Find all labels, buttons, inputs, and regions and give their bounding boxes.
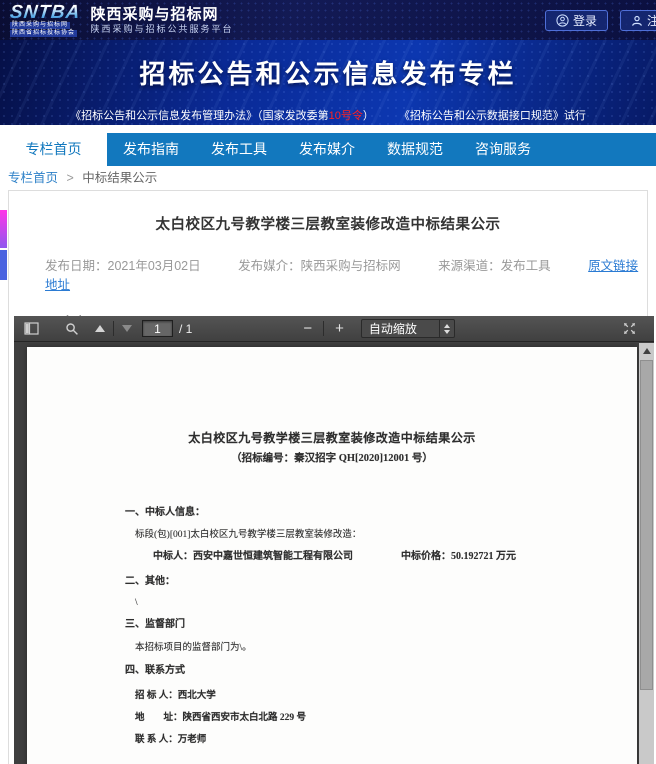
tab-publish-guide[interactable]: 发布指南 <box>107 133 195 166</box>
login-button-label: 登录 <box>573 12 597 29</box>
publish-date-value: 2021年03月02日 <box>108 259 201 273</box>
pdf-scrollbar[interactable] <box>639 343 654 764</box>
previous-page-icon[interactable] <box>91 318 109 340</box>
publish-media-label: 发布媒介： <box>238 259 301 273</box>
login-button[interactable]: 登录 <box>545 10 608 31</box>
doc-winner-line: 中标人：西安中嘉世恒建筑智能工程有限公司 中标价格：50.192721 万元 <box>27 549 637 565</box>
hero-banner: 招标公告和公示信息发布专栏 《招标公告和公示信息发布管理办法》（国家发改委第10… <box>0 40 656 125</box>
zoom-in-icon[interactable]: + <box>328 320 351 337</box>
doc-section3-body: 本招标项目的监督部门为\。 <box>27 640 637 656</box>
breadcrumb-separator: > <box>67 171 74 185</box>
scrollbar-up-icon[interactable] <box>639 343 654 358</box>
site-title-block: 陕西采购与招标网 陕西采购与招标公共服务平台 <box>90 6 233 35</box>
zoom-controls: − + 自动缩放 <box>296 319 455 338</box>
site-logo[interactable]: SNTBA 陕西采购与招标网 陕西省招标投标协会 <box>10 4 80 37</box>
next-page-icon[interactable] <box>118 318 136 340</box>
doc-address-line: 地 址：陕西省西安市太白北路 229 号 <box>27 710 637 726</box>
doc-section2-body: \ <box>27 595 637 611</box>
register-button-label: 注册 <box>647 12 656 29</box>
main-nav: 专栏首页 发布指南 发布工具 发布媒介 数据规范 咨询服务 <box>0 133 656 166</box>
scrollbar-thumb[interactable] <box>640 360 653 690</box>
site-name: 陕西采购与招标网 <box>90 6 233 24</box>
doc-title: 太白校区九号教学楼三层教室装修改造中标结果公示 <box>27 430 637 446</box>
search-icon[interactable] <box>61 318 83 340</box>
doc-tenderer-line: 招 标 人：西北大学 <box>27 688 637 704</box>
source-channel-value: 发布工具 <box>501 259 551 273</box>
pdf-page: 太白校区九号教学楼三层教室装修改造中标结果公示 （招标编号：秦汉招字 QH[20… <box>27 347 637 764</box>
page-title: 太白校区九号教学楼三层教室装修改造中标结果公示 <box>9 213 647 234</box>
announcement-card: 太白校区九号教学楼三层教室装修改造中标结果公示 发布日期：2021年03月02日… <box>8 190 648 764</box>
article-meta-row: 发布日期：2021年03月02日 发布媒介：陕西采购与招标网 来源渠道：发布工具… <box>9 255 647 293</box>
source-channel-label: 来源渠道： <box>438 259 501 273</box>
tab-publish-media[interactable]: 发布媒介 <box>283 133 371 166</box>
presentation-mode-icon[interactable] <box>619 318 640 340</box>
pdf-viewport: 太白校区九号教学楼三层教室装修改造中标结果公示 （招标编号：秦汉招字 QH[20… <box>14 343 654 764</box>
tab-consulting[interactable]: 咨询服务 <box>459 133 547 166</box>
policy-measures-link[interactable]: 《招标公告和公示信息发布管理办法》（国家发改委第10号令） <box>70 110 374 122</box>
logo-subtext-2: 陕西省招标投标协会 <box>10 30 77 37</box>
decree-number-highlight: 10号令 <box>329 110 363 122</box>
doc-section2-heading: 二、其他： <box>27 574 637 590</box>
zoom-select-dropdown[interactable]: 自动缩放 <box>361 319 455 338</box>
publish-date: 发布日期：2021年03月02日 <box>45 259 201 273</box>
top-header: SNTBA 陕西采购与招标网 陕西省招标投标协会 陕西采购与招标网 陕西采购与招… <box>0 0 656 40</box>
zoom-select-value: 自动缩放 <box>362 320 433 337</box>
tab-column-home[interactable]: 专栏首页 <box>0 133 107 171</box>
publish-media-value: 陕西采购与招标网 <box>301 259 401 273</box>
banner-title: 招标公告和公示信息发布专栏 <box>0 54 656 91</box>
page-count-label: / 1 <box>179 322 192 336</box>
pdf-viewer: / 1 − + 自动缩放 <box>14 316 654 764</box>
logo-text: SNTBA <box>9 4 81 21</box>
zoom-out-icon[interactable]: − <box>296 320 319 337</box>
policy-link-text: 《招标公告和公示信息发布管理办法》（国家发改委第 <box>70 110 329 122</box>
doc-lot-line: 标段(包)[001]太白校区九号教学楼三层教室装修改造： <box>27 527 637 543</box>
doc-section4-heading: 四、联系方式 <box>27 663 637 679</box>
dropdown-arrows-icon <box>440 324 454 334</box>
page-number-input[interactable] <box>142 320 173 337</box>
publish-date-label: 发布日期： <box>45 259 108 273</box>
breadcrumb-home-link[interactable]: 专栏首页 <box>8 171 58 185</box>
doc-bid-number: （招标编号：秦汉招字 QH[2020]12001 号） <box>27 451 637 467</box>
register-button[interactable]: 注册 <box>620 10 656 31</box>
toolbar-divider <box>113 321 114 336</box>
breadcrumb-current: 中标结果公示 <box>82 171 157 185</box>
source-channel: 来源渠道：发布工具 <box>438 259 551 273</box>
doc-winner: 中标人：西安中嘉世恒建筑智能工程有限公司 <box>153 551 353 562</box>
doc-section3-heading: 三、监督部门 <box>27 617 637 633</box>
pdf-toolbar: / 1 − + 自动缩放 <box>14 316 654 342</box>
tab-data-spec[interactable]: 数据规范 <box>371 133 459 166</box>
side-float-button-1[interactable] <box>0 210 7 248</box>
doc-contact-line: 联 系 人：万老师 <box>27 732 637 748</box>
user-circle-icon <box>556 14 569 27</box>
breadcrumb: 专栏首页 > 中标结果公示 <box>8 168 157 188</box>
banner-links-row: 《招标公告和公示信息发布管理办法》（国家发改委第10号令） 《招标公告和公示数据… <box>0 107 656 123</box>
site-subtitle: 陕西采购与招标公共服务平台 <box>90 24 233 35</box>
doc-section1-heading: 一、中标人信息： <box>27 505 637 521</box>
data-interface-spec-link[interactable]: 《招标公告和公示数据接口规范》试行 <box>399 110 586 122</box>
zoom-divider <box>323 321 324 336</box>
user-icon <box>631 15 643 27</box>
doc-price: 中标价格：50.192721 万元 <box>401 551 516 562</box>
tab-publish-tools[interactable]: 发布工具 <box>195 133 283 166</box>
side-float-button-2[interactable] <box>0 250 7 280</box>
sidebar-toggle-icon[interactable] <box>20 318 43 340</box>
policy-link-close: ） <box>363 110 374 122</box>
publish-media: 发布媒介：陕西采购与招标网 <box>238 259 401 273</box>
